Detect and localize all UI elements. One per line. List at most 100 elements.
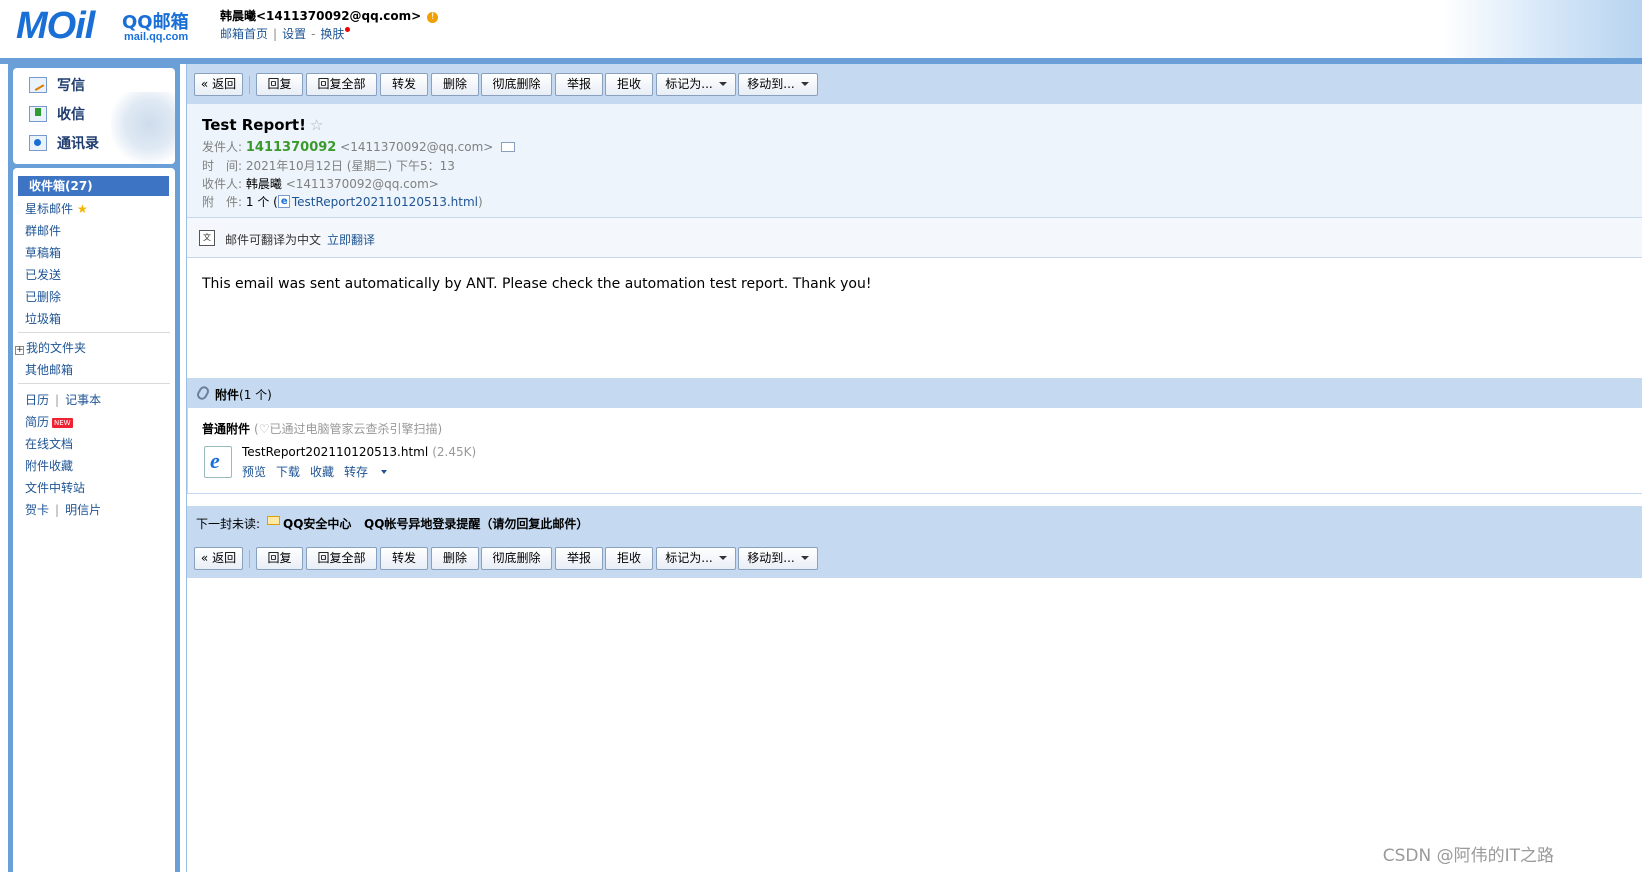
qq-mail-logo[interactable]: MOil QQ邮箱 mail.qq.com: [16, 6, 198, 46]
resume-link[interactable]: 简历 NEW: [25, 413, 73, 431]
toolbar-separator: [249, 550, 250, 568]
expand-icon[interactable]: +: [15, 346, 24, 355]
chevron-down-icon: [381, 470, 388, 474]
download-link[interactable]: 下载: [276, 465, 300, 479]
mark-as-label: 标记为...: [665, 551, 713, 565]
reply-button[interactable]: 回复: [256, 547, 303, 570]
attachments-panel: 普通附件(♡已通过电脑管家云查杀引擎扫描) TestReport20211012…: [187, 408, 1642, 494]
folder-spam[interactable]: 垃圾箱: [25, 310, 61, 328]
back-button[interactable]: « 返回: [194, 547, 243, 570]
mail-time-row: 时 间: 2021年10月12日 (星期二) 下午5：13: [202, 157, 455, 175]
move-to-dropdown[interactable]: 移动到...: [738, 73, 818, 96]
mail-subject-text: Test Report!: [202, 116, 306, 134]
next-unread-subject[interactable]: QQ帐号异地登录提醒（请勿回复此邮件）: [364, 515, 588, 532]
greeting-card-link[interactable]: 贺卡: [25, 503, 49, 517]
back-button[interactable]: « 返回: [194, 73, 243, 96]
move-to-label: 移动到...: [747, 551, 795, 565]
translate-icon: [199, 230, 215, 246]
next-unread-sender[interactable]: QQ安全中心: [283, 515, 351, 532]
next-unread-label: 下一封未读:: [196, 517, 261, 531]
recipient-address: <1411370092@qq.com>: [285, 177, 439, 191]
envelope-icon: [267, 516, 280, 525]
time-label: 时 间:: [202, 159, 243, 173]
attachment-link[interactable]: TestReport202110120513.html: [292, 195, 478, 209]
other-mailbox[interactable]: 其他邮箱: [25, 361, 73, 379]
favorite-link[interactable]: 收藏: [310, 465, 334, 479]
header: MOil QQ邮箱 mail.qq.com 韩晨曦<1411370092@qq.…: [0, 0, 1642, 60]
delete-permanently-button[interactable]: 彻底删除: [481, 547, 552, 570]
attachments-header: 附件(1 个): [187, 378, 1642, 408]
folder-inbox[interactable]: 收件箱(27): [18, 176, 169, 196]
attachment-count: 1 个 (: [245, 195, 278, 209]
mail-view: « 返回 回复 回复全部 转发 删除 彻底删除 举报 拒收 标记为... 移动到…: [186, 64, 1642, 872]
logo-mark: MOil: [16, 5, 95, 47]
online-docs-link[interactable]: 在线文档: [25, 435, 73, 453]
delete-permanently-button[interactable]: 彻底删除: [481, 73, 552, 96]
reply-button[interactable]: 回复: [256, 73, 303, 96]
reply-all-button[interactable]: 回复全部: [306, 547, 377, 570]
time-value: 2021年10月12日 (星期二) 下午5：13: [245, 159, 455, 173]
new-badge: NEW: [52, 418, 73, 428]
mailbox-home-link[interactable]: 邮箱首页: [220, 27, 268, 41]
mail-toolbar-top: « 返回 回复 回复全部 转发 删除 彻底删除 举报 拒收 标记为... 移动到…: [187, 64, 1642, 104]
account-user: 韩晨曦<1411370092@qq.com>: [220, 9, 422, 23]
preview-link[interactable]: 预览: [242, 465, 266, 479]
delete-button[interactable]: 删除: [431, 547, 479, 570]
attachment-file-name[interactable]: TestReport202110120513.html: [242, 445, 428, 459]
forward-button[interactable]: 转发: [380, 73, 428, 96]
attachment-file-size: (2.45K): [432, 445, 477, 459]
quick-actions: 写信 收信 通讯录: [13, 68, 175, 164]
recipient-name[interactable]: 韩晨曦: [246, 177, 282, 191]
change-skin-link[interactable]: 换肤: [320, 27, 344, 41]
account-info: 韩晨曦<1411370092@qq.com>!: [220, 7, 439, 24]
forward-button[interactable]: 转发: [380, 547, 428, 570]
attachments-title-text: 附件: [215, 388, 240, 402]
contact-card-icon[interactable]: [501, 142, 516, 152]
receive-icon: [29, 106, 47, 122]
report-button[interactable]: 举报: [555, 547, 603, 570]
warning-icon[interactable]: !: [427, 12, 439, 23]
compose-button[interactable]: 写信: [29, 74, 85, 96]
folder-drafts[interactable]: 草稿箱: [25, 244, 61, 262]
folder-sent[interactable]: 已发送: [25, 266, 61, 284]
move-to-dropdown[interactable]: 移动到...: [738, 547, 818, 570]
calendar-link[interactable]: 日历: [25, 393, 49, 407]
settings-link[interactable]: 设置: [282, 27, 306, 41]
attachment-favorites-link[interactable]: 附件收藏: [25, 457, 73, 475]
html-file-icon: [277, 193, 290, 211]
reply-all-button[interactable]: 回复全部: [306, 73, 377, 96]
translate-now-link[interactable]: 立即翻译: [327, 231, 375, 248]
reject-button[interactable]: 拒收: [605, 73, 653, 96]
receive-button[interactable]: 收信: [29, 103, 85, 125]
mail-attachment-row: 附 件: 1 个 (TestReport202110120513.html): [202, 193, 483, 211]
mark-as-dropdown[interactable]: 标记为...: [656, 547, 736, 570]
save-to-dropdown[interactable]: 转存: [344, 465, 397, 479]
sender-name[interactable]: 1411370092: [246, 140, 336, 155]
receive-label: 收信: [57, 107, 85, 123]
star-icon: ★: [77, 202, 88, 216]
file-transfer-link[interactable]: 文件中转站: [25, 479, 85, 497]
report-button[interactable]: 举报: [555, 73, 603, 96]
contacts-button[interactable]: 通讯录: [29, 132, 99, 154]
postcard-link[interactable]: 明信片: [65, 503, 101, 517]
folder-starred[interactable]: 星标邮件 ★: [25, 200, 88, 218]
link-separator: -: [311, 27, 316, 41]
virus-scan-note: (♡已通过电脑管家云查杀引擎扫描): [254, 422, 443, 436]
reject-button[interactable]: 拒收: [605, 547, 653, 570]
move-to-label: 移动到...: [747, 77, 795, 91]
star-toggle-icon[interactable]: ☆: [310, 116, 323, 134]
attachment-file: TestReport202110120513.html (2.45K): [242, 445, 476, 459]
my-folders[interactable]: + 我的文件夹: [15, 339, 86, 357]
ie-html-file-icon[interactable]: [204, 446, 232, 478]
mark-as-dropdown[interactable]: 标记为...: [656, 73, 736, 96]
contacts-icon: [29, 135, 47, 151]
notebook-link[interactable]: 记事本: [65, 393, 101, 407]
delete-button[interactable]: 删除: [431, 73, 479, 96]
attachments-count: (1 个): [239, 388, 272, 402]
mail-toolbar-bottom: « 返回 回复 回复全部 转发 删除 彻底删除 举报 拒收 标记为... 移动到…: [187, 538, 1642, 578]
contacts-label: 通讯录: [57, 136, 99, 152]
save-to-label: 转存: [344, 465, 369, 479]
folder-deleted[interactable]: 已删除: [25, 288, 61, 306]
folder-group[interactable]: 群邮件: [25, 222, 61, 240]
mail-header: Test Report! ☆ 发件人: 1411370092 <141137009…: [187, 104, 1642, 218]
